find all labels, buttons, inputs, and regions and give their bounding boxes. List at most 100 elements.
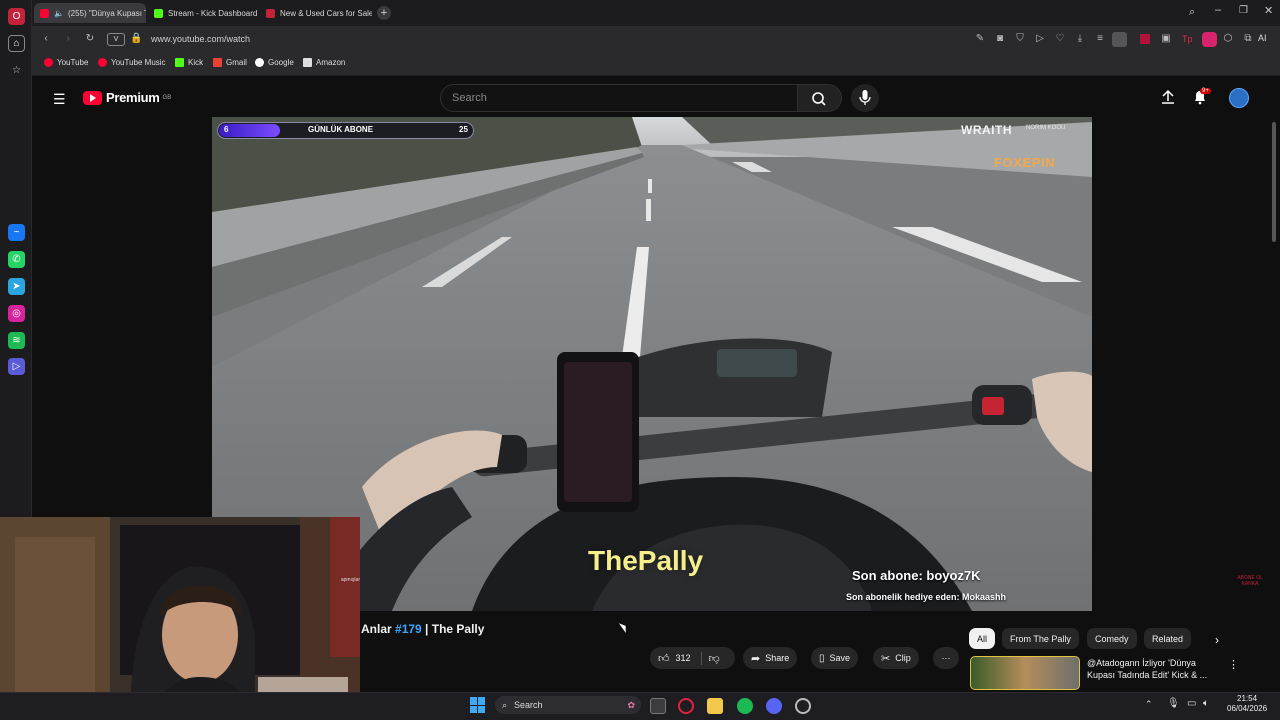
file-explorer-icon[interactable]: [707, 698, 723, 714]
edit-icon[interactable]: ✎: [974, 33, 986, 45]
extension-cube-icon[interactable]: ⬡: [1222, 33, 1234, 45]
camera-icon[interactable]: ◙: [994, 33, 1006, 45]
clip-button[interactable]: ✂ Clip: [873, 647, 919, 669]
kick-favicon-icon: [154, 8, 163, 18]
tab-kick[interactable]: Stream - Kick Dashboard: [148, 3, 258, 23]
share-button[interactable]: ➦ Share: [743, 647, 798, 669]
new-tab-icon[interactable]: +: [377, 6, 391, 20]
bookmark-youtube[interactable]: YouTube: [44, 58, 88, 67]
taskbar-search-icon: ⌕: [502, 699, 508, 710]
dislike-icon[interactable]: 👎︎: [700, 651, 720, 665]
settings-taskbar-icon[interactable]: [795, 698, 811, 714]
extensions-icon[interactable]: ⧉: [1242, 33, 1254, 45]
opera-logo-icon[interactable]: O: [8, 8, 25, 25]
whatsapp-icon[interactable]: ✆: [8, 251, 25, 268]
chip-comedy[interactable]: Comedy: [1087, 628, 1137, 649]
bookmarks-bar: YouTube YouTube Music Kick Gmail Google …: [32, 54, 1280, 76]
network-icon[interactable]: ▭: [1187, 698, 1196, 709]
extension-mask-icon[interactable]: ▣: [1160, 33, 1172, 45]
discord-taskbar-icon[interactable]: [766, 698, 782, 714]
volume-icon[interactable]: 🔈︎: [1203, 698, 1209, 709]
save-button[interactable]: ▯ Save: [811, 647, 859, 669]
heart-icon[interactable]: ♡: [1054, 33, 1066, 45]
title-hashtag-link[interactable]: #179: [395, 622, 422, 636]
download-icon[interactable]: ⤓: [1074, 33, 1086, 45]
search-tabs-icon[interactable]: ⌕: [1189, 6, 1195, 19]
reload-icon[interactable]: ↻: [84, 33, 96, 45]
tab-cars[interactable]: New & Used Cars for Sale: [260, 3, 372, 23]
profile-icon[interactable]: [1112, 32, 1127, 47]
spotify-taskbar-icon[interactable]: [737, 698, 753, 714]
player-icon[interactable]: ▷: [8, 358, 25, 375]
sponsor-wraith-logo: WRAITH: [961, 123, 1012, 137]
share-icon: ➦: [751, 652, 761, 665]
opera-taskbar-icon[interactable]: [678, 698, 694, 714]
bookmarks-star-icon[interactable]: ☆: [8, 62, 25, 79]
like-icon[interactable]: 👍︎: [658, 652, 670, 665]
maximize-icon[interactable]: ❐: [1239, 5, 1248, 16]
bookmark-amazon[interactable]: Amazon: [303, 58, 345, 67]
more-actions-button[interactable]: ⋯: [933, 647, 959, 669]
google-icon: [255, 58, 264, 67]
youtube-logo[interactable]: Premium GB: [83, 90, 171, 105]
sponsor-foxepin-logo: FOXEPIN: [994, 155, 1056, 170]
bookmark-gmail[interactable]: Gmail: [213, 58, 247, 67]
taskbar-search[interactable]: ⌕ Search ✿: [495, 696, 641, 714]
shield-icon[interactable]: ⛉: [1014, 33, 1026, 45]
gmail-icon: [213, 58, 222, 67]
instagram-icon[interactable]: ◎: [8, 305, 25, 322]
youtube-music-icon: [98, 58, 107, 67]
youtube-play-icon: [83, 90, 102, 105]
minimize-icon[interactable]: –: [1215, 4, 1221, 16]
recommended-more-icon[interactable]: ⋮: [1228, 658, 1239, 671]
search-highlight-icon: ✿: [627, 699, 635, 710]
extension-tp-icon[interactable]: Tp: [1182, 34, 1193, 44]
tray-overflow-icon[interactable]: ⌃: [1145, 699, 1153, 710]
forward-icon[interactable]: ›: [62, 33, 74, 45]
extension-pink-icon[interactable]: [1202, 32, 1217, 47]
recommended-title[interactable]: @Atadogann İzliyor 'Dünya Kupası Tadında…: [1087, 657, 1207, 681]
task-view-icon[interactable]: [650, 698, 666, 714]
amazon-icon: [303, 58, 312, 67]
recommended-thumbnail[interactable]: [970, 656, 1080, 690]
close-window-icon[interactable]: ✕: [1264, 4, 1273, 17]
url-field[interactable]: www.youtube.com/watch: [151, 34, 250, 44]
upload-icon[interactable]: [1160, 89, 1176, 110]
microphone-tray-icon[interactable]: 🎙︎: [1167, 698, 1180, 709]
tab-label: Stream - Kick Dashboard: [168, 8, 258, 18]
like-count[interactable]: 312: [676, 653, 691, 663]
chip-from-channel[interactable]: From The Pally: [1002, 628, 1079, 649]
more-icon: ⋯: [941, 652, 951, 663]
telegram-icon[interactable]: ➤: [8, 278, 25, 295]
chip-related[interactable]: Related: [1144, 628, 1192, 649]
ai-button[interactable]: AI: [1258, 33, 1267, 43]
home-icon[interactable]: ⌂: [8, 35, 25, 52]
play-icon[interactable]: ▷: [1034, 33, 1046, 45]
bookmark-google[interactable]: Google: [255, 58, 294, 67]
chips-next-icon[interactable]: ›: [1215, 633, 1219, 647]
page-scrollbar[interactable]: [1272, 122, 1276, 242]
speaker-icon[interactable]: 🔈: [54, 9, 64, 18]
windows-start-icon[interactable]: [470, 697, 486, 713]
menu-icon[interactable]: ≡: [1094, 33, 1106, 45]
vpn-badge[interactable]: V: [107, 33, 125, 46]
chip-all[interactable]: All: [969, 628, 996, 649]
bookmark-kick[interactable]: Kick: [175, 58, 203, 67]
bookmark-youtube-music[interactable]: YouTube Music: [98, 58, 166, 67]
hamburger-menu-icon[interactable]: ☰: [53, 91, 66, 108]
subscriber-goal-bar: 6 GÜNLÜK ABONE 25: [217, 122, 474, 139]
extension-red-icon[interactable]: [1140, 34, 1150, 44]
spotify-icon[interactable]: ≋: [8, 332, 25, 349]
avatar[interactable]: [1229, 88, 1249, 108]
lock-icon[interactable]: 🔒: [130, 33, 142, 45]
notification-count-badge: 9+: [1200, 88, 1211, 94]
tab-youtube[interactable]: 🔈 (255) "Dünya Kupası T: [34, 3, 146, 23]
search-button[interactable]: [798, 84, 842, 112]
messenger-icon[interactable]: ~: [8, 224, 25, 241]
logo-text: Premium: [106, 90, 160, 105]
voice-search-button[interactable]: [851, 84, 879, 112]
search-input[interactable]: Search: [440, 84, 798, 112]
back-icon[interactable]: ‹: [40, 33, 52, 45]
system-clock[interactable]: 21:54 06/04/2026: [1227, 694, 1267, 714]
bookmark-icon: ▯: [819, 652, 825, 664]
